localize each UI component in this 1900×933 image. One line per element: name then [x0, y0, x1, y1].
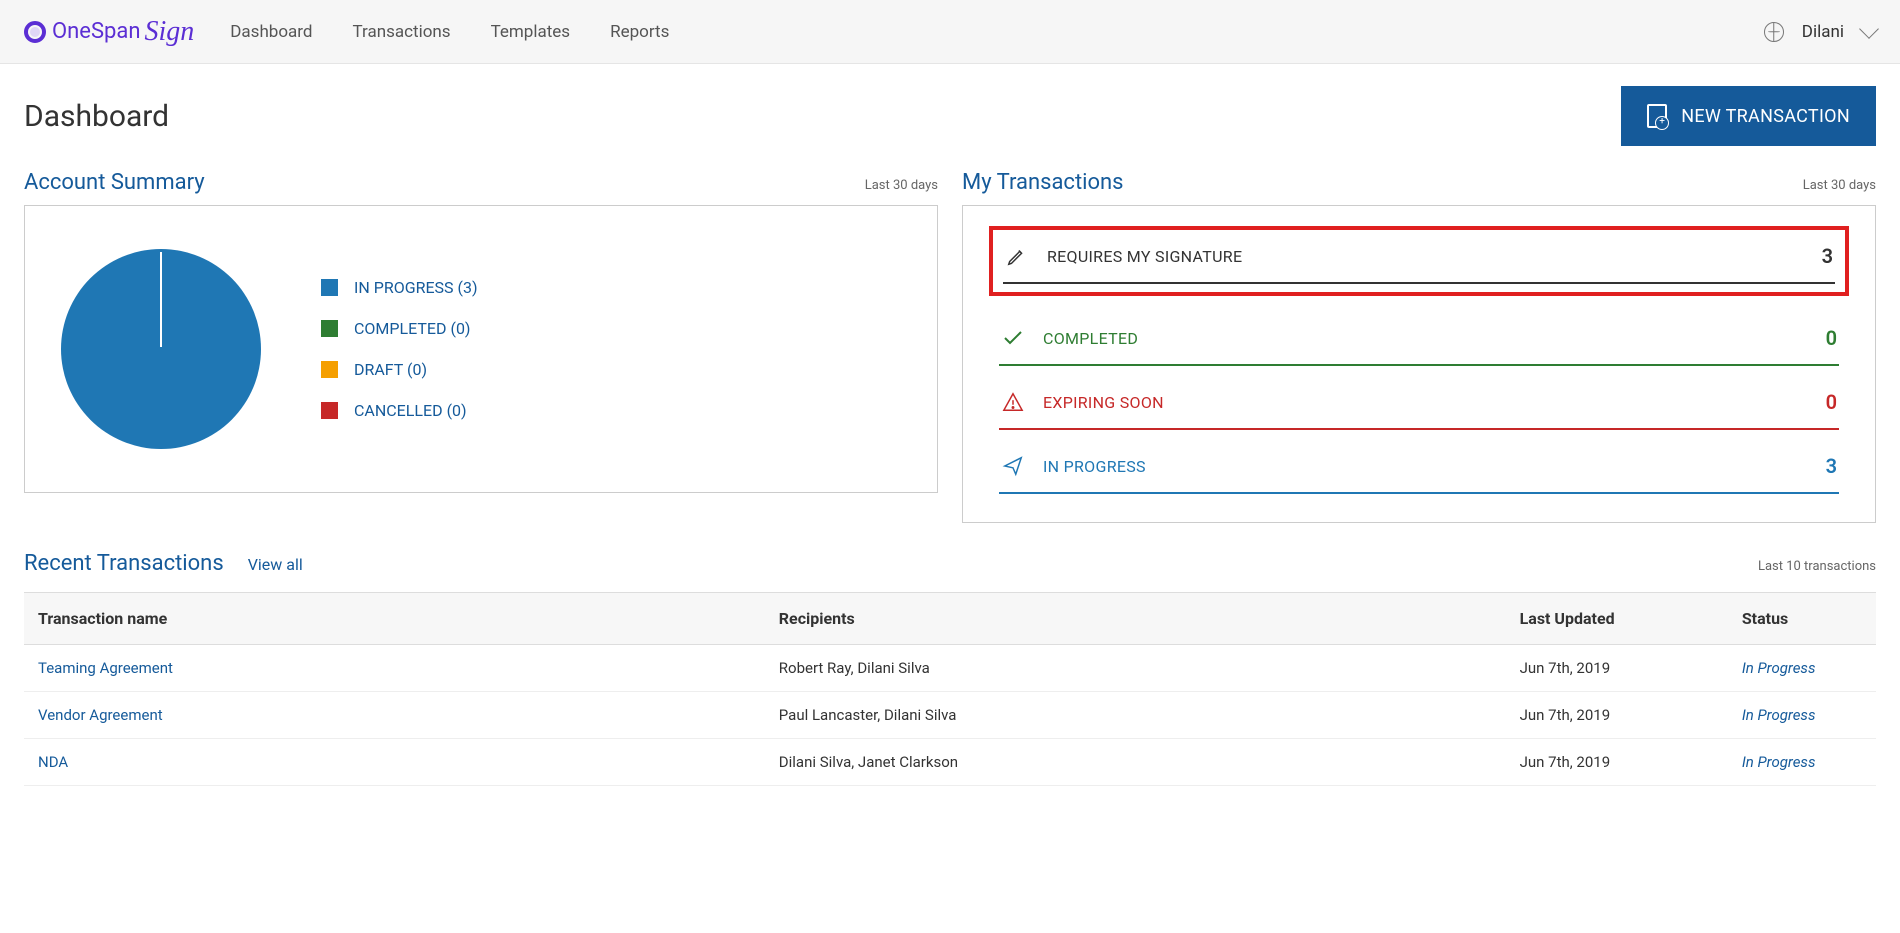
warning-icon	[1001, 390, 1025, 414]
table-row: NDADilani Silva, Janet ClarksonJun 7th, …	[24, 739, 1876, 786]
my-transactions-label: COMPLETED	[1043, 329, 1808, 348]
my-transactions-title: My Transactions	[962, 170, 1124, 195]
col-recipients: Recipients	[765, 593, 1506, 645]
user-area: Dilani	[1764, 22, 1876, 42]
account-summary-range: Last 30 days	[865, 178, 938, 193]
pencil-icon	[1005, 244, 1029, 268]
check-icon	[1001, 326, 1025, 350]
view-all-link[interactable]: View all	[248, 555, 303, 574]
transaction-name-link[interactable]: Teaming Agreement	[24, 645, 765, 692]
legend-label: IN PROGRESS (3)	[354, 278, 478, 297]
new-document-icon	[1647, 104, 1667, 128]
chevron-down-icon[interactable]	[1859, 19, 1879, 39]
transaction-last-updated: Jun 7th, 2019	[1506, 645, 1728, 692]
legend-item[interactable]: CANCELLED (0)	[321, 401, 478, 420]
main-nav: Dashboard Transactions Templates Reports	[230, 22, 669, 42]
my-transactions-count: 0	[1826, 326, 1837, 350]
brand-text-2: Sign	[144, 16, 194, 48]
my-transactions-label: REQUIRES MY SIGNATURE	[1047, 247, 1804, 266]
new-transaction-label: NEW TRANSACTION	[1681, 106, 1850, 127]
transaction-status: In Progress	[1728, 739, 1876, 786]
my-transactions-item[interactable]: COMPLETED 0	[999, 320, 1839, 366]
transaction-recipients: Robert Ray, Dilani Silva	[765, 645, 1506, 692]
col-last-updated: Last Updated	[1506, 593, 1728, 645]
account-summary-card: IN PROGRESS (3) COMPLETED (0) DRAFT (0) CAN…	[24, 205, 938, 493]
transaction-last-updated: Jun 7th, 2019	[1506, 739, 1728, 786]
pie-marker	[160, 252, 162, 347]
transaction-recipients: Dilani Silva, Janet Clarkson	[765, 739, 1506, 786]
legend-item[interactable]: IN PROGRESS (3)	[321, 278, 478, 297]
transaction-name-link[interactable]: NDA	[24, 739, 765, 786]
table-row: Vendor AgreementPaul Lancaster, Dilani S…	[24, 692, 1876, 739]
transaction-name-link[interactable]: Vendor Agreement	[24, 692, 765, 739]
legend-label: COMPLETED (0)	[354, 319, 471, 338]
legend-label: DRAFT (0)	[354, 360, 427, 379]
globe-icon[interactable]	[1764, 22, 1784, 42]
account-summary-title: Account Summary	[24, 170, 205, 195]
page-title: Dashboard	[24, 99, 169, 134]
recent-transactions-title: Recent Transactions	[24, 551, 224, 576]
my-transactions-item[interactable]: EXPIRING SOON 0	[999, 384, 1839, 430]
new-transaction-button[interactable]: NEW TRANSACTION	[1621, 86, 1876, 146]
transaction-last-updated: Jun 7th, 2019	[1506, 692, 1728, 739]
col-transaction-name: Transaction name	[24, 593, 765, 645]
nav-dashboard[interactable]: Dashboard	[230, 22, 312, 42]
brand-logo[interactable]: OneSpan Sign	[24, 16, 194, 48]
my-transactions-count: 0	[1826, 390, 1837, 414]
nav-reports[interactable]: Reports	[610, 22, 669, 42]
highlighted-item: REQUIRES MY SIGNATURE 3	[989, 226, 1849, 296]
my-transactions-label: EXPIRING SOON	[1043, 393, 1808, 412]
legend-swatch-icon	[321, 361, 338, 378]
account-summary-pie	[61, 249, 261, 449]
my-transactions-count: 3	[1826, 454, 1837, 478]
legend-item[interactable]: DRAFT (0)	[321, 360, 478, 379]
legend-swatch-icon	[321, 402, 338, 419]
recent-transactions-table: Transaction name Recipients Last Updated…	[24, 592, 1876, 786]
account-summary-legend: IN PROGRESS (3) COMPLETED (0) DRAFT (0) CAN…	[321, 278, 478, 420]
my-transactions-range: Last 30 days	[1803, 178, 1876, 193]
transaction-status: In Progress	[1728, 645, 1876, 692]
topbar: OneSpan Sign Dashboard Transactions Temp…	[0, 0, 1900, 64]
legend-swatch-icon	[321, 320, 338, 337]
legend-item[interactable]: COMPLETED (0)	[321, 319, 478, 338]
user-name[interactable]: Dilani	[1802, 22, 1844, 42]
table-row: Teaming AgreementRobert Ray, Dilani Silv…	[24, 645, 1876, 692]
paper-plane-icon	[1001, 454, 1025, 478]
nav-templates[interactable]: Templates	[491, 22, 571, 42]
recent-transactions-sub: Last 10 transactions	[1758, 559, 1876, 574]
legend-swatch-icon	[321, 279, 338, 296]
my-transactions-item[interactable]: IN PROGRESS 3	[999, 448, 1839, 494]
brand-text-1: OneSpan	[52, 19, 140, 44]
transaction-status: In Progress	[1728, 692, 1876, 739]
nav-transactions[interactable]: Transactions	[353, 22, 451, 42]
my-transactions-count: 3	[1822, 244, 1833, 268]
my-transactions-card: REQUIRES MY SIGNATURE3COMPLETED0EXPIRING…	[962, 205, 1876, 523]
col-status: Status	[1728, 593, 1876, 645]
transaction-recipients: Paul Lancaster, Dilani Silva	[765, 692, 1506, 739]
brand-mark-icon	[24, 21, 46, 43]
my-transactions-item[interactable]: REQUIRES MY SIGNATURE 3	[1003, 238, 1835, 284]
legend-label: CANCELLED (0)	[354, 401, 467, 420]
my-transactions-label: IN PROGRESS	[1043, 457, 1808, 476]
